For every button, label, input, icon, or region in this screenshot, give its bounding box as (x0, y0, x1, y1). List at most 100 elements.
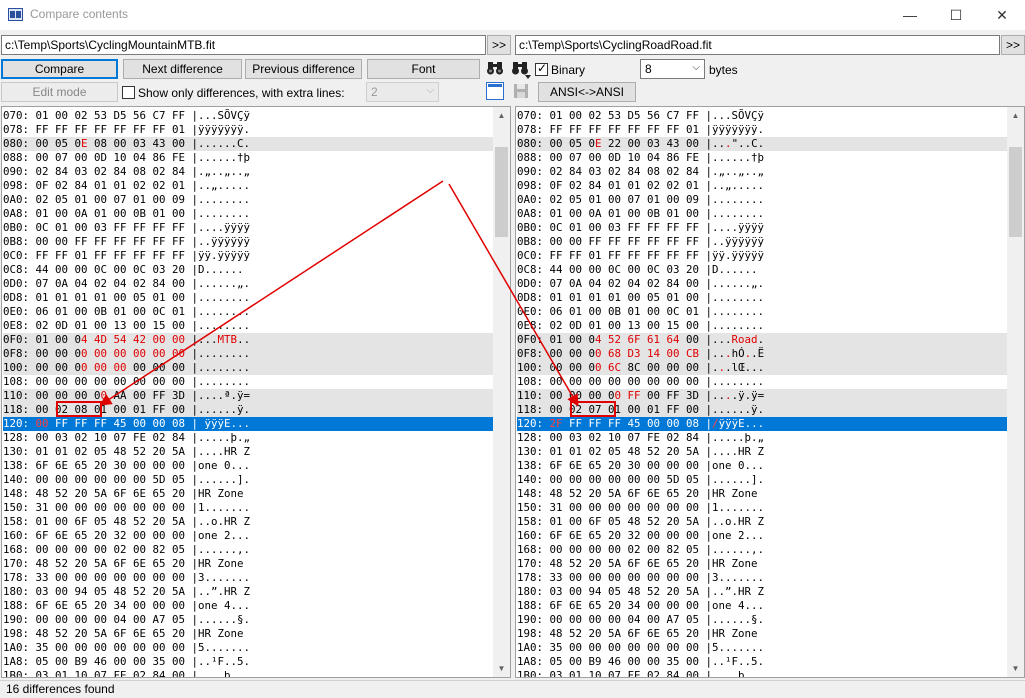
left-hex-row[interactable]: 098: 0F 02 84 01 01 02 02 01 |..„..... (3, 179, 493, 193)
right-scrollbar[interactable]: ▲ ▼ (1007, 107, 1024, 677)
right-hex-row[interactable]: 0A8: 01 00 0A 01 00 0B 01 00 |........ (517, 207, 1007, 221)
right-browse-button[interactable]: >> (1001, 35, 1025, 55)
right-hex-row[interactable]: 098: 0F 02 84 01 01 02 02 01 |..„..... (517, 179, 1007, 193)
binoculars-next-icon[interactable] (510, 58, 532, 80)
left-hex-row[interactable]: 130: 01 01 02 05 48 52 20 5A |....HR Z (3, 445, 493, 459)
right-hex-row[interactable]: 128: 00 03 02 10 07 FE 02 84 |.....þ.„ (517, 431, 1007, 445)
right-hex-row[interactable]: 190: 00 00 00 00 04 00 A7 05 |......§. (517, 613, 1007, 627)
left-hex-row[interactable]: 0C0: FF FF 01 FF FF FF FF FF |ÿÿ.ÿÿÿÿÿ (3, 249, 493, 263)
bytes-select[interactable]: 8 ⌵ (640, 59, 705, 79)
right-hex-row[interactable]: 0D8: 01 01 01 01 00 05 01 00 |........ (517, 291, 1007, 305)
left-hex-row[interactable]: 080: 00 05 0E 08 00 03 43 00 |......C. (3, 137, 493, 151)
right-hex-row[interactable]: 130: 01 01 02 05 48 52 20 5A |....HR Z (517, 445, 1007, 459)
left-hex-pane[interactable]: 070: 01 00 02 53 D5 56 C7 FF |...SÕVÇÿ 07… (1, 106, 511, 678)
right-hex-row[interactable]: 158: 01 00 6F 05 48 52 20 5A |..o.HR Z (517, 515, 1007, 529)
right-hex-row[interactable]: 078: FF FF FF FF FF FF FF 01 |ÿÿÿÿÿÿÿ. (517, 123, 1007, 137)
left-hex-row[interactable]: 190: 00 00 00 00 04 00 A7 05 |......§. (3, 613, 493, 627)
right-hex-row[interactable]: 0F0: 01 00 04 52 6F 61 64 00 |...Road. (517, 333, 1007, 347)
right-hex-row[interactable]: 100: 00 00 00 6C 8C 00 00 00 |...lŒ... (517, 361, 1007, 375)
left-hex-row[interactable]: 070: 01 00 02 53 D5 56 C7 FF |...SÕVÇÿ (3, 109, 493, 123)
next-difference-button[interactable]: Next difference (123, 59, 242, 79)
left-hex-row[interactable]: 128: 00 03 02 10 07 FE 02 84 |.....þ.„ (3, 431, 493, 445)
right-hex-row[interactable]: 180: 03 00 94 05 48 52 20 5A |..”.HR Z (517, 585, 1007, 599)
binoculars-icon[interactable] (485, 58, 505, 78)
left-hex-row[interactable]: 0A8: 01 00 0A 01 00 0B 01 00 |........ (3, 207, 493, 221)
left-hex-row[interactable]: 0F8: 00 00 00 00 00 00 00 00 |........ (3, 347, 493, 361)
extra-lines-select[interactable]: 2 ⌵ (366, 82, 439, 102)
right-hex-row[interactable]: 0C8: 44 00 00 0C 00 0C 03 20 |D...... (517, 263, 1007, 277)
right-hex-row[interactable]: 0C0: FF FF 01 FF FF FF FF FF |ÿÿ.ÿÿÿÿÿ (517, 249, 1007, 263)
right-hex-row[interactable]: 178: 33 00 00 00 00 00 00 00 |3....... (517, 571, 1007, 585)
right-hex-row[interactable]: 0B8: 00 00 FF FF FF FF FF FF |..ÿÿÿÿÿÿ (517, 235, 1007, 249)
left-hex-row[interactable]: 0F0: 01 00 04 4D 54 42 00 00 |...MTB.. (3, 333, 493, 347)
scroll-up-arrow-icon[interactable]: ▲ (493, 107, 510, 124)
left-hex-row[interactable]: 0E8: 02 0D 01 00 13 00 15 00 |........ (3, 319, 493, 333)
right-hex-row[interactable]: 150: 31 00 00 00 00 00 00 00 |1....... (517, 501, 1007, 515)
right-hex-row[interactable]: 168: 00 00 00 00 02 00 82 05 |......‚. (517, 543, 1007, 557)
left-hex-row[interactable]: 150: 31 00 00 00 00 00 00 00 |1....... (3, 501, 493, 515)
left-hex-row[interactable]: 148: 48 52 20 5A 6F 6E 65 20 |HR Zone (3, 487, 493, 501)
left-hex-row[interactable]: 138: 6F 6E 65 20 30 00 00 00 |one 0... (3, 459, 493, 473)
left-hex-row[interactable]: 090: 02 84 03 02 84 08 02 84 |.„..„..„ (3, 165, 493, 179)
left-hex-row[interactable]: 0D0: 07 0A 04 02 04 02 84 00 |......„. (3, 277, 493, 291)
right-hex-row[interactable]: 080: 00 05 0E 22 00 03 43 00 |..."..C. (517, 137, 1007, 151)
left-hex-row[interactable]: 158: 01 00 6F 05 48 52 20 5A |..o.HR Z (3, 515, 493, 529)
right-hex-row[interactable]: 090: 02 84 03 02 84 08 02 84 |.„..„..„ (517, 165, 1007, 179)
right-hex-row[interactable]: 138: 6F 6E 65 20 30 00 00 00 |one 0... (517, 459, 1007, 473)
maximize-button[interactable]: ☐ (933, 0, 979, 30)
ansi-conversion-button[interactable]: ANSI<->ANSI (538, 82, 636, 102)
scroll-down-arrow-icon[interactable]: ▼ (1007, 660, 1024, 677)
right-hex-row[interactable]: 140: 00 00 00 00 00 00 5D 05 |......]. (517, 473, 1007, 487)
left-file-path-input[interactable]: c:\Temp\Sports\CyclingMountainMTB.fit (1, 35, 486, 55)
left-hex-row[interactable]: 0A0: 02 05 01 00 07 01 00 09 |........ (3, 193, 493, 207)
left-hex-row[interactable]: 178: 33 00 00 00 00 00 00 00 |3....... (3, 571, 493, 585)
right-hex-row[interactable]: 1A0: 35 00 00 00 00 00 00 00 |5....... (517, 641, 1007, 655)
right-scrollbar-thumb[interactable] (1009, 147, 1022, 237)
left-browse-button[interactable]: >> (487, 35, 511, 55)
left-hex-row[interactable]: 0B0: 0C 01 00 03 FF FF FF FF |....ÿÿÿÿ (3, 221, 493, 235)
previous-difference-button[interactable]: Previous difference (245, 59, 362, 79)
right-hex-row[interactable]: 170: 48 52 20 5A 6F 6E 65 20 |HR Zone (517, 557, 1007, 571)
right-hex-row[interactable]: 148: 48 52 20 5A 6F 6E 65 20 |HR Zone (517, 487, 1007, 501)
left-hex-row[interactable]: 198: 48 52 20 5A 6F 6E 65 20 |HR Zone (3, 627, 493, 641)
left-hex-row[interactable]: 120: 00 FF FF FF 45 00 00 08 | ÿÿÿE... (3, 417, 493, 431)
scroll-down-arrow-icon[interactable]: ▼ (493, 660, 510, 677)
edit-mode-button[interactable]: Edit mode (1, 82, 118, 102)
left-hex-row[interactable]: 168: 00 00 00 00 02 00 82 05 |......‚. (3, 543, 493, 557)
right-hex-row[interactable]: 108: 00 00 00 00 00 00 00 00 |........ (517, 375, 1007, 389)
left-hex-row[interactable]: 188: 6F 6E 65 20 34 00 00 00 |one 4... (3, 599, 493, 613)
right-hex-row[interactable]: 0F8: 00 00 00 68 D3 14 00 CB |...hÓ..Ë (517, 347, 1007, 361)
left-hex-row[interactable]: 1A0: 35 00 00 00 00 00 00 00 |5....... (3, 641, 493, 655)
right-hex-pane[interactable]: 070: 01 00 02 53 D5 56 C7 FF |...SÕVÇÿ 07… (515, 106, 1025, 678)
compare-button[interactable]: Compare (1, 59, 118, 79)
left-hex-row[interactable]: 1A8: 05 00 B9 46 00 00 35 00 |..¹F..5. (3, 655, 493, 669)
scroll-up-arrow-icon[interactable]: ▲ (1007, 107, 1024, 124)
binary-checkbox[interactable] (535, 61, 548, 76)
left-hex-row[interactable]: 088: 00 07 00 0D 10 04 86 FE |......†þ (3, 151, 493, 165)
left-hex-row[interactable]: 170: 48 52 20 5A 6F 6E 65 20 |HR Zone (3, 557, 493, 571)
right-hex-row[interactable]: 0D0: 07 0A 04 02 04 02 84 00 |......„. (517, 277, 1007, 291)
window-icon[interactable] (486, 82, 504, 100)
right-hex-row[interactable]: 0A0: 02 05 01 00 07 01 00 09 |........ (517, 193, 1007, 207)
left-hex-row[interactable]: 0B8: 00 00 FF FF FF FF FF FF |..ÿÿÿÿÿÿ (3, 235, 493, 249)
save-icon[interactable] (512, 82, 530, 100)
left-scrollbar[interactable]: ▲ ▼ (493, 107, 510, 677)
right-hex-row[interactable]: 070: 01 00 02 53 D5 56 C7 FF |...SÕVÇÿ (517, 109, 1007, 123)
left-scrollbar-thumb[interactable] (495, 147, 508, 237)
show-only-differences-checkbox[interactable] (122, 86, 135, 99)
minimize-button[interactable]: — (887, 0, 933, 30)
left-hex-row[interactable]: 078: FF FF FF FF FF FF FF 01 |ÿÿÿÿÿÿÿ. (3, 123, 493, 137)
right-hex-row[interactable]: 120: 2F FF FF FF 45 00 00 08 |/ÿÿÿE... (517, 417, 1007, 431)
right-hex-row[interactable]: 0E8: 02 0D 01 00 13 00 15 00 |........ (517, 319, 1007, 333)
right-hex-row[interactable]: 198: 48 52 20 5A 6F 6E 65 20 |HR Zone (517, 627, 1007, 641)
right-hex-row[interactable]: 1B0: 03 01 10 07 FE 02 84 00 |....þ.„. (517, 669, 1007, 677)
right-hex-row[interactable]: 0E0: 06 01 00 0B 01 00 0C 01 |........ (517, 305, 1007, 319)
left-hex-row[interactable]: 0D8: 01 01 01 01 00 05 01 00 |........ (3, 291, 493, 305)
right-hex-row[interactable]: 188: 6F 6E 65 20 34 00 00 00 |one 4... (517, 599, 1007, 613)
right-hex-row[interactable]: 160: 6F 6E 65 20 32 00 00 00 |one 2... (517, 529, 1007, 543)
right-file-path-input[interactable]: c:\Temp\Sports\CyclingRoadRoad.fit (515, 35, 1000, 55)
font-button[interactable]: Font (367, 59, 480, 79)
left-hex-row[interactable]: 160: 6F 6E 65 20 32 00 00 00 |one 2... (3, 529, 493, 543)
close-button[interactable]: ✕ (979, 0, 1025, 30)
left-hex-row[interactable]: 108: 00 00 00 00 00 00 00 00 |........ (3, 375, 493, 389)
